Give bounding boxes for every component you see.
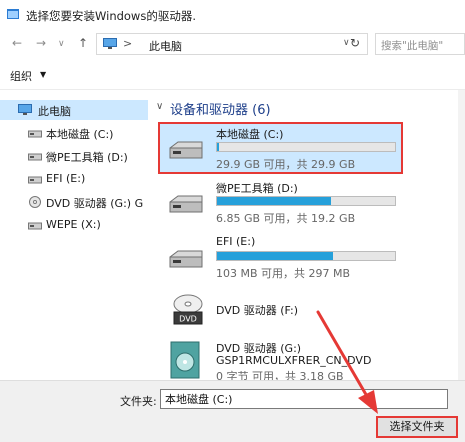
drive-name: DVD 驱动器 (F:) <box>216 304 299 317</box>
computer-icon <box>103 38 117 49</box>
drive-icon <box>28 222 42 230</box>
up-button[interactable]: ↑ <box>78 36 88 50</box>
hard-drive-icon <box>169 141 203 159</box>
window-icon <box>7 9 19 19</box>
installer-disc-icon <box>170 341 200 379</box>
sidebar-item-label: EFI (E:) <box>46 172 86 185</box>
recent-locations-button[interactable]: ∨ <box>58 37 65 51</box>
drive-name: 微PE工具箱 (D:) <box>216 182 298 195</box>
command-bar <box>0 60 465 90</box>
sidebar-item-label: 微PE工具箱 (D:) <box>46 151 128 164</box>
breadcrumb-this-pc[interactable]: 此电脑 <box>149 38 182 54</box>
drive-icon <box>28 153 42 161</box>
title-bar: 选择您要安装Windows的驱动器. <box>0 0 465 30</box>
refresh-button[interactable]: ↻ <box>350 36 360 50</box>
search-placeholder: 搜索"此电脑" <box>381 40 444 52</box>
hard-drive-icon <box>169 195 203 213</box>
drive-space-text: 29.9 GB 可用，共 29.9 GB <box>216 158 356 171</box>
folder-label: 文件夹: <box>120 395 157 408</box>
address-bar[interactable]: > 此电脑 ∨ <box>96 33 368 55</box>
sidebar-item-drive-x[interactable]: WEPE (X:) <box>0 215 148 235</box>
drive-item-c[interactable]: 本地磁盘 (C:) 29.9 GB 可用，共 29.9 GB <box>168 126 408 172</box>
drive-item-dvd-f[interactable]: DVD DVD 驱动器 (F:) <box>168 292 408 332</box>
forward-button[interactable]: → <box>36 36 46 50</box>
section-title: 设备和驱动器 (6) <box>170 103 271 118</box>
dvd-icon <box>29 196 41 208</box>
dvd-badge-label: DVD <box>179 315 197 324</box>
drive-space-text: 0 字节 可用，共 3.18 GB <box>216 370 344 380</box>
drive-usage-fill <box>217 143 219 151</box>
sidebar-item-drive-e[interactable]: EFI (E:) <box>0 169 148 189</box>
sidebar-item-label: 本地磁盘 (C:) <box>46 128 114 141</box>
sidebar-item-label: WEPE (X:) <box>46 218 101 231</box>
navigation-pane: 此电脑 本地磁盘 (C:) 微PE工具箱 (D:) EFI (E:) DVD 驱… <box>0 90 148 380</box>
window-title: 选择您要安装Windows的驱动器. <box>26 9 196 23</box>
section-collapse-chevron-icon[interactable]: ∨ <box>156 101 163 112</box>
drive-usage-fill <box>217 197 331 205</box>
drive-item-e[interactable]: EFI (E:) 103 MB 可用，共 297 MB <box>168 235 408 281</box>
address-history-chevron-icon[interactable]: ∨ <box>343 38 350 48</box>
drive-item-d[interactable]: 微PE工具箱 (D:) 6.85 GB 可用，共 19.2 GB <box>168 180 408 226</box>
hard-drive-icon <box>169 250 203 268</box>
folder-name-field[interactable] <box>160 389 448 409</box>
sidebar-item-dvd-g[interactable]: DVD 驱动器 (G:) G <box>0 192 148 212</box>
drive-usage-bar <box>216 196 396 206</box>
sidebar-item-label: 此电脑 <box>38 105 71 118</box>
caret-down-icon[interactable]: ▼ <box>40 70 46 79</box>
drive-name: EFI (E:) <box>216 235 256 248</box>
computer-icon <box>18 104 32 115</box>
drive-space-text: 103 MB 可用，共 297 MB <box>216 267 351 280</box>
sidebar-item-drive-c[interactable]: 本地磁盘 (C:) <box>0 123 148 143</box>
drive-usage-fill <box>217 252 333 260</box>
search-input[interactable]: 搜索"此电脑" <box>375 33 465 55</box>
sidebar-item-label: DVD 驱动器 (G:) G <box>46 197 144 210</box>
drive-item-dvd-g[interactable]: DVD 驱动器 (G:) GSP1RMCULXFRER_CN_DVD 0 字节 … <box>168 340 408 380</box>
back-button[interactable]: ← <box>12 36 22 50</box>
dvd-drive-icon: DVD <box>173 294 203 325</box>
drive-icon <box>28 176 42 184</box>
drive-name: 本地磁盘 (C:) <box>216 128 284 141</box>
drive-icon <box>28 130 42 138</box>
drive-usage-bar <box>216 142 396 152</box>
drive-volume-label: GSP1RMCULXFRER_CN_DVD <box>216 354 372 367</box>
organize-menu-button[interactable]: 组织 <box>10 68 32 84</box>
drive-usage-bar <box>216 251 396 261</box>
scrollbar[interactable] <box>458 90 465 380</box>
sidebar-item-drive-d[interactable]: 微PE工具箱 (D:) <box>0 146 148 166</box>
select-folder-button[interactable]: 选择文件夹 <box>376 416 458 438</box>
breadcrumb-separator: > <box>123 37 133 50</box>
sidebar-item-this-pc[interactable]: 此电脑 <box>0 100 148 120</box>
drive-space-text: 6.85 GB 可用，共 19.2 GB <box>216 212 356 225</box>
